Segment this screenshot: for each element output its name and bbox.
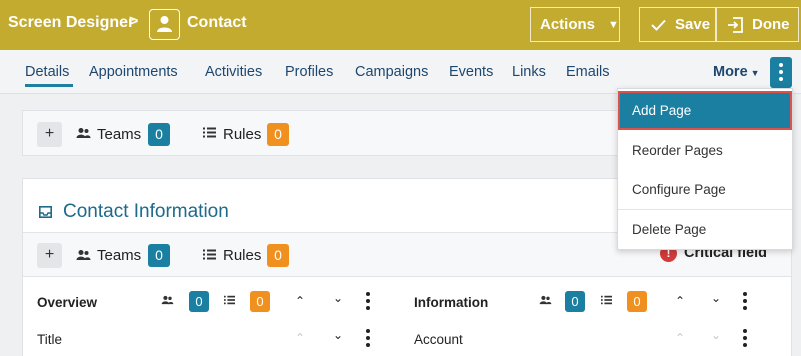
page-permissions-bar: + Teams 0 Rules 0	[22, 110, 682, 156]
add-button[interactable]: +	[37, 243, 62, 268]
chevron-up-icon: ⌃	[295, 331, 306, 345]
list-icon	[203, 249, 216, 260]
chevron-down-icon: ⌄	[711, 328, 722, 342]
teams-count-badge[interactable]: 0	[189, 291, 209, 312]
caret-down-icon: ▼	[608, 18, 619, 31]
teams-icon	[161, 295, 174, 305]
tab-profiles[interactable]: Profiles	[285, 64, 333, 80]
rules-count-badge[interactable]: 0	[627, 291, 647, 312]
menu-item-delete-page[interactable]: Delete Page	[618, 210, 792, 249]
menu-item-configure-page[interactable]: Configure Page	[618, 170, 792, 209]
menu-item-reorder-pages[interactable]: Reorder Pages	[618, 131, 792, 170]
teams-count-badge[interactable]: 0	[148, 123, 170, 146]
tab-activities[interactable]: Activities	[205, 64, 262, 80]
contact-icon	[149, 9, 180, 40]
column-title-information: Information	[414, 295, 489, 310]
add-button[interactable]: +	[37, 122, 62, 147]
rules-label: Rules	[223, 247, 262, 264]
list-icon	[224, 295, 235, 305]
teams-label: Teams	[97, 126, 142, 143]
chevron-down-icon[interactable]: ⌄	[711, 291, 721, 305]
field-label[interactable]: Title	[37, 332, 62, 347]
done-button[interactable]: Done	[716, 7, 799, 42]
breadcrumb-separator: >	[129, 13, 139, 30]
column-title-overview: Overview	[37, 295, 98, 310]
more-label: More	[713, 64, 748, 80]
tab-campaigns[interactable]: Campaigns	[355, 64, 428, 80]
list-icon	[601, 295, 612, 305]
tab-links[interactable]: Links	[512, 64, 546, 80]
chevron-down-icon[interactable]: ⌄	[333, 328, 343, 342]
save-button[interactable]: Save	[639, 7, 716, 42]
chevron-up-icon[interactable]: ⌃	[295, 294, 305, 308]
list-icon	[203, 127, 216, 138]
chevron-up-icon[interactable]: ⌃	[675, 294, 685, 308]
more-tabs-menu[interactable]: More ▼	[713, 64, 760, 80]
inbox-icon	[39, 206, 52, 218]
teams-count-badge[interactable]: 0	[565, 291, 585, 312]
active-tab-indicator	[25, 84, 73, 87]
caret-down-icon: ▼	[750, 68, 760, 78]
tab-events[interactable]: Events	[449, 64, 493, 80]
rules-count-badge[interactable]: 0	[267, 244, 289, 267]
teams-icon	[76, 128, 91, 138]
actions-button[interactable]: Actions ▼	[530, 7, 620, 42]
field-options-button[interactable]	[743, 329, 747, 350]
top-bar: Screen Designer > Contact Actions ▼ Save…	[0, 0, 801, 50]
tab-emails[interactable]: Emails	[566, 64, 610, 80]
field-options-button[interactable]	[366, 329, 370, 350]
breadcrumb-screen-designer[interactable]: Screen Designer	[8, 14, 134, 32]
page-title: Contact	[187, 14, 247, 31]
menu-item-add-page[interactable]: Add Page	[618, 91, 792, 130]
teams-label: Teams	[97, 247, 142, 264]
teams-icon	[539, 295, 552, 305]
chevron-down-icon[interactable]: ⌄	[333, 291, 343, 305]
page-options-menu: Add Page Reorder Pages Configure Page De…	[617, 88, 793, 250]
section-title: Contact Information	[63, 201, 229, 222]
check-icon	[651, 19, 666, 31]
column-options-button[interactable]	[366, 292, 370, 313]
rules-count-badge[interactable]: 0	[267, 123, 289, 146]
exit-icon	[728, 16, 743, 33]
page-options-button[interactable]	[770, 57, 792, 88]
done-label: Done	[752, 16, 790, 33]
tab-details[interactable]: Details	[25, 64, 69, 80]
column-options-button[interactable]	[743, 292, 747, 313]
tab-appointments[interactable]: Appointments	[89, 64, 178, 80]
teams-count-badge[interactable]: 0	[148, 244, 170, 267]
actions-label: Actions	[540, 16, 596, 33]
save-label: Save	[675, 16, 711, 33]
field-label[interactable]: Account	[414, 332, 463, 347]
chevron-up-icon: ⌃	[675, 331, 686, 345]
rules-count-badge[interactable]: 0	[250, 291, 270, 312]
rules-label: Rules	[223, 126, 262, 143]
teams-icon	[76, 250, 91, 260]
